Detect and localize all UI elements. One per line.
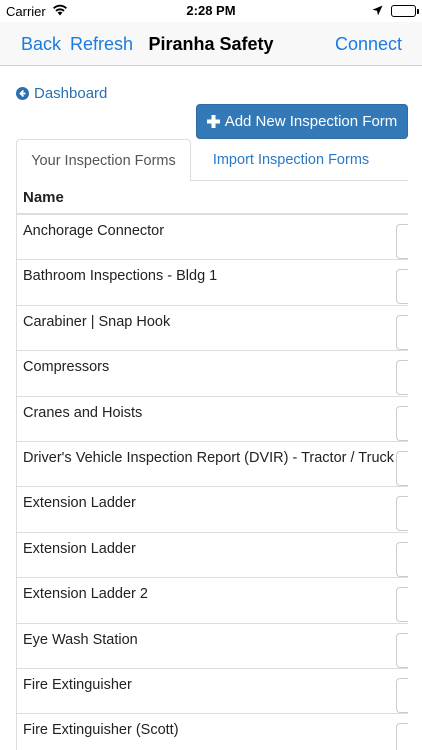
form-name: Fire Extinguisher bbox=[23, 676, 132, 693]
main-content: Dashboard Add New Inspection Form Your I… bbox=[0, 66, 422, 750]
row-action-button[interactable] bbox=[396, 224, 408, 259]
table-body: Anchorage Connector Bathroom Inspections … bbox=[17, 215, 408, 750]
table-row[interactable]: Carabiner | Snap Hook bbox=[17, 306, 408, 352]
arrow-circle-left-icon bbox=[16, 87, 29, 100]
form-name: Extension Ladder bbox=[23, 495, 136, 512]
form-name: Carabiner | Snap Hook bbox=[23, 313, 171, 330]
form-name: Driver's Vehicle Inspection Report (DVIR… bbox=[23, 449, 395, 466]
navigation-bar: Back Refresh Piranha Safety Connect bbox=[0, 22, 422, 66]
status-time: 2:28 PM bbox=[186, 3, 236, 18]
row-action-button[interactable] bbox=[396, 496, 408, 532]
row-action-button[interactable] bbox=[396, 269, 408, 305]
connect-button[interactable]: Connect bbox=[335, 34, 402, 55]
dashboard-link[interactable]: Dashboard bbox=[16, 85, 107, 102]
row-action-button[interactable] bbox=[396, 541, 408, 577]
back-button[interactable]: Back bbox=[21, 34, 61, 55]
row-action-button[interactable] bbox=[396, 677, 408, 713]
location-arrow-icon bbox=[372, 4, 383, 19]
status-bar: Carrier 2:28 PM bbox=[0, 0, 422, 22]
table-row[interactable]: Driver's Vehicle Inspection Report (DVIR… bbox=[17, 442, 408, 488]
table-header-name: Name bbox=[17, 181, 408, 215]
row-action-button[interactable] bbox=[396, 360, 408, 396]
form-name: Extension Ladder 2 bbox=[23, 586, 148, 603]
form-name: Cranes and Hoists bbox=[23, 404, 143, 421]
row-action-button[interactable] bbox=[396, 405, 408, 441]
form-name: Extension Ladder bbox=[23, 540, 136, 557]
tab-bar: Your Inspection Forms Import Inspection … bbox=[16, 139, 408, 182]
row-action-button[interactable] bbox=[396, 632, 408, 668]
table-row[interactable]: Compressors bbox=[17, 351, 408, 397]
title-text: Piranha Safety bbox=[148, 34, 274, 54]
table-row[interactable]: Extension Ladder bbox=[17, 533, 408, 579]
row-action-button[interactable] bbox=[396, 314, 408, 350]
table-row[interactable]: Fire Extinguisher bbox=[17, 669, 408, 715]
inspection-forms-table: Name Anchorage Connector Bathroom Inspect… bbox=[16, 181, 408, 750]
form-name: Compressors bbox=[23, 359, 110, 376]
table-row[interactable]: Cranes and Hoists bbox=[17, 397, 408, 442]
row-action-button[interactable] bbox=[396, 723, 408, 750]
row-action-button[interactable] bbox=[396, 450, 408, 486]
tab-import-inspection-forms[interactable]: Import Inspection Forms bbox=[201, 139, 381, 181]
table-row[interactable]: Extension Ladder 2 bbox=[17, 578, 408, 624]
table-row[interactable]: Fire Extinguisher (Scott) bbox=[17, 714, 408, 750]
dashboard-link-label: Dashboard bbox=[34, 85, 108, 102]
tab-your-inspection-forms[interactable]: Your Inspection Forms bbox=[16, 139, 191, 182]
battery-icon bbox=[391, 5, 419, 17]
refresh-button[interactable]: Refresh bbox=[70, 34, 133, 55]
form-name: Anchorage Connector bbox=[23, 223, 165, 239]
form-name: Fire Extinguisher (Scott) bbox=[23, 722, 179, 739]
row-action-button[interactable] bbox=[396, 587, 408, 623]
table-row[interactable]: Anchorage Connector bbox=[17, 215, 408, 261]
table-row[interactable]: Extension Ladder bbox=[17, 487, 408, 533]
plus-icon bbox=[206, 112, 220, 132]
form-name: Eye Wash Station bbox=[23, 631, 138, 648]
add-inspection-form-button[interactable]: Add New Inspection Form bbox=[196, 104, 408, 139]
table-row[interactable]: Bathroom Inspections - Bldg 1 bbox=[17, 260, 408, 306]
add-inspection-form-label: Add New Inspection Form bbox=[224, 113, 398, 130]
table-row[interactable]: Eye Wash Station bbox=[17, 624, 408, 669]
form-name: Bathroom Inspections - Bldg 1 bbox=[23, 268, 218, 285]
